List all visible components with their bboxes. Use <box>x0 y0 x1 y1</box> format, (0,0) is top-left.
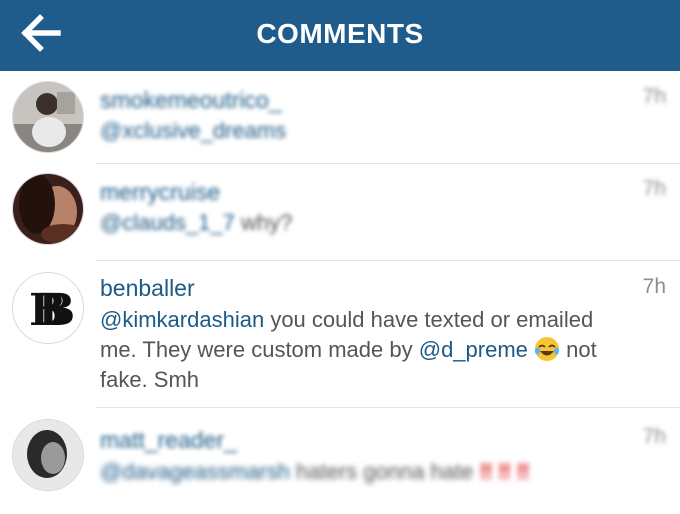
comment-time: 7h <box>642 177 666 200</box>
comment-text: @davageassmarsh haters gonna hate ‼ ‼ ‼ <box>100 457 640 487</box>
comment-text: @clauds_1_7 why? <box>100 208 640 238</box>
comment-username[interactable]: merrycruise <box>100 179 220 206</box>
comment-mention[interactable]: @davageassmarsh <box>100 459 290 484</box>
comment-text: @kimkardashian you could have texted or … <box>100 305 600 395</box>
comment-username[interactable]: matt_reader_ <box>100 427 237 454</box>
svg-text:B: B <box>38 285 75 336</box>
exclamation-emoji: ‼ <box>497 459 511 484</box>
avatar[interactable] <box>12 419 84 491</box>
comment-mention[interactable]: @clauds_1_7 <box>100 210 235 235</box>
comment-item: merrycruise 7h @clauds_1_7 why? <box>0 163 680 260</box>
avatar[interactable]: B B <box>12 272 84 344</box>
bb-logo-icon: B B <box>13 273 83 343</box>
avatar[interactable] <box>12 81 84 153</box>
comment-time: 7h <box>642 425 666 448</box>
top-bar: COMMENTS <box>0 0 680 71</box>
comment-username[interactable]: benballer <box>100 275 195 302</box>
comment-text: @xclusive_dreams <box>100 116 640 146</box>
comment-mention[interactable]: @d_preme <box>419 337 528 362</box>
exclamation-emoji: ‼ <box>516 459 529 484</box>
comment-list: smokemeoutrico_ 7h @xclusive_dreams merr… <box>0 71 680 514</box>
comment-time: 7h <box>642 275 666 298</box>
comment-item: B B benballer 7h @kimkardashian you coul… <box>0 260 680 407</box>
comment-body: haters gonna hate <box>296 459 474 484</box>
comment-time: 7h <box>642 85 666 108</box>
comment-mention[interactable]: @kimkardashian <box>100 307 264 332</box>
comment-username[interactable]: smokemeoutrico_ <box>100 87 282 114</box>
page-title: COMMENTS <box>256 18 424 49</box>
comment-item: smokemeoutrico_ 7h @xclusive_dreams <box>0 71 680 163</box>
comment-body: why? <box>241 210 293 235</box>
comment-item: matt_reader_ 7h @davageassmarsh haters g… <box>0 407 680 514</box>
avatar[interactable] <box>12 173 84 245</box>
exclamation-emoji: ‼ <box>479 459 493 484</box>
tears-of-joy-emoji <box>534 336 560 362</box>
comment-mention[interactable]: @xclusive_dreams <box>100 118 286 143</box>
